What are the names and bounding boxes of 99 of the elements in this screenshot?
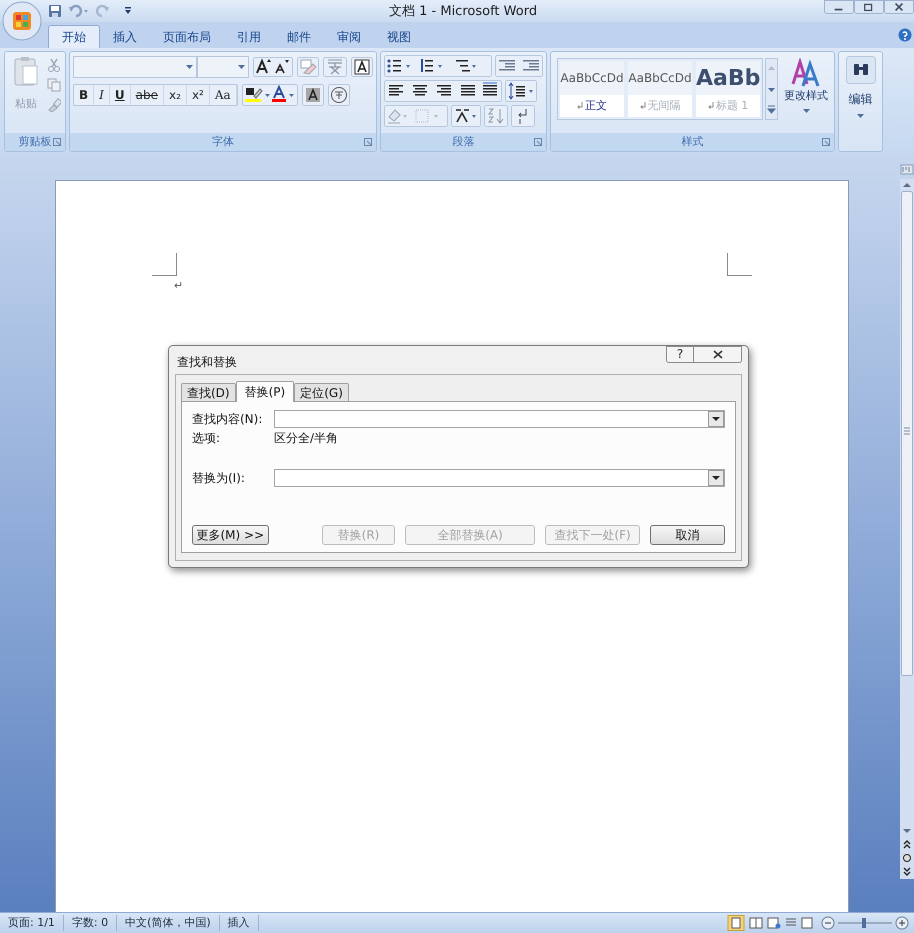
scissors-icon[interactable] xyxy=(47,58,61,72)
style-preview: AaBbCcDd xyxy=(560,70,624,87)
customize-toolbar-icon[interactable] xyxy=(124,6,132,16)
line-spacing-icon[interactable] xyxy=(505,80,537,102)
style-preview: AaBb xyxy=(696,64,760,92)
group-label: 段落 xyxy=(452,134,474,150)
format-button[interactable]: B xyxy=(74,85,94,105)
highlight-icon[interactable] xyxy=(242,84,298,106)
dialog-tab[interactable]: 查找(D) xyxy=(181,383,236,401)
gallery-scroll-icon[interactable] xyxy=(765,58,778,120)
previous-page-icon[interactable] xyxy=(902,839,912,849)
browse-object-icon[interactable] xyxy=(902,853,912,863)
dropdown-arrow-icon xyxy=(238,65,245,69)
options-label: 选项: xyxy=(192,430,222,447)
ribbon-tab[interactable]: 开始 xyxy=(48,25,100,48)
crop-mark-icon xyxy=(152,253,177,276)
close-icon xyxy=(712,350,722,359)
field-label: 替换为(I): xyxy=(192,470,246,487)
paragraph-mark-icon xyxy=(577,102,583,110)
alignment-icon[interactable] xyxy=(384,80,502,102)
enclosed-character-icon[interactable] xyxy=(328,84,350,106)
style-tile[interactable]: AaBbCcDd 正文 xyxy=(560,61,624,117)
style-name: 正文 xyxy=(585,98,607,114)
options-value: 区分全/半角 xyxy=(274,430,338,447)
dropdown-arrow-icon xyxy=(186,65,193,69)
dialog-button[interactable]: 取消 xyxy=(650,525,725,545)
window-title: 文档 1 - Microsoft Word xyxy=(389,3,538,21)
format-button[interactable]: x² xyxy=(186,85,210,105)
character-border-icon[interactable] xyxy=(351,57,373,77)
scroll-thumb-icon[interactable] xyxy=(901,191,913,676)
zoom-slider-icon[interactable] xyxy=(820,915,910,931)
status-item[interactable]: 字数: 0 xyxy=(64,914,118,932)
help-button[interactable]: ? xyxy=(666,346,694,363)
dialog-launcher-icon[interactable] xyxy=(53,138,61,146)
style-tile[interactable]: AaBb 标题 1 xyxy=(696,61,760,117)
crop-mark-icon xyxy=(727,253,752,276)
dialog-tab[interactable]: 替换(P) xyxy=(236,381,294,402)
paragraph-mark-icon xyxy=(640,102,646,110)
undo-icon[interactable] xyxy=(68,4,90,18)
dropdown-arrow-icon xyxy=(802,108,810,112)
group-label: 剪贴板 xyxy=(18,134,52,150)
format-button[interactable]: I xyxy=(94,85,110,105)
group-label: 样式 xyxy=(682,134,704,150)
dialog-launcher-icon[interactable] xyxy=(364,138,372,146)
status-item[interactable]: 页面: 1/1 xyxy=(0,914,64,932)
ribbon-tab[interactable]: 页面布局 xyxy=(150,25,224,48)
grow-font-icon[interactable] xyxy=(253,57,293,77)
dialog-launcher-icon[interactable] xyxy=(822,138,830,146)
copy-icon[interactable] xyxy=(47,78,61,92)
font-size-field[interactable] xyxy=(197,56,249,78)
style-name: 标题 1 xyxy=(716,98,748,114)
character-shading-icon[interactable] xyxy=(302,84,324,106)
next-page-icon[interactable] xyxy=(902,867,912,877)
asian-layout-icon[interactable] xyxy=(451,105,481,127)
format-button[interactable]: Aa xyxy=(210,85,237,105)
clear-formatting-icon[interactable] xyxy=(297,57,319,77)
paragraph-mark: ↵ xyxy=(174,280,184,292)
paragraph-mark-icon xyxy=(708,102,714,110)
style-name: 无间隔 xyxy=(648,98,680,114)
status-item[interactable]: 中文(简体，中国) xyxy=(117,914,220,932)
vertical-scrollbar[interactable] xyxy=(900,179,914,879)
clipboard-icon xyxy=(13,56,39,86)
close-button[interactable] xyxy=(694,346,742,363)
ribbon-tab[interactable]: 邮件 xyxy=(274,25,324,48)
format-button[interactable]: x₂ xyxy=(164,85,187,105)
change-styles-button[interactable]: 更改样式 xyxy=(784,58,828,133)
dialog-button[interactable]: 更多(M) >> xyxy=(192,525,269,545)
dropdown-arrow-icon xyxy=(857,114,864,118)
combo-field[interactable] xyxy=(274,469,725,487)
help-icon[interactable] xyxy=(898,28,912,42)
indent-icon[interactable] xyxy=(495,55,543,77)
style-tile[interactable]: AaBbCcDd 无间隔 xyxy=(628,61,692,117)
format-button[interactable]: U xyxy=(110,85,131,105)
maximize-icon[interactable] xyxy=(854,0,884,14)
show-marks-icon[interactable] xyxy=(511,105,535,127)
status-item[interactable]: 插入 xyxy=(220,914,259,932)
group-label: 字体 xyxy=(212,134,234,150)
field-label: 查找内容(N): xyxy=(192,411,264,428)
save-icon[interactable] xyxy=(48,4,62,18)
style-preview: AaBbCcDd xyxy=(628,70,692,87)
ruler-toggle-icon[interactable] xyxy=(900,162,914,176)
editing-button[interactable]: 编辑 xyxy=(838,51,883,152)
bullets-icon[interactable] xyxy=(384,55,492,77)
combo-field[interactable] xyxy=(274,410,725,428)
scroll-down-icon[interactable] xyxy=(902,827,912,835)
ribbon-tab[interactable]: 视图 xyxy=(374,25,424,48)
dialog-launcher-icon[interactable] xyxy=(534,138,542,146)
styles-icon xyxy=(791,58,821,88)
dialog-tab[interactable]: 定位(G) xyxy=(294,383,349,401)
ribbon-tab[interactable]: 引用 xyxy=(224,25,274,48)
format-button[interactable]: abe xyxy=(130,85,164,105)
ribbon-tab[interactable]: 插入 xyxy=(100,25,150,48)
close-icon[interactable] xyxy=(884,0,914,14)
dialog-title: 查找和替换 xyxy=(177,354,237,371)
font-name-field[interactable] xyxy=(73,56,197,78)
ribbon-tab[interactable]: 审阅 xyxy=(324,25,374,48)
scroll-up-icon[interactable] xyxy=(902,181,912,189)
brush-icon[interactable] xyxy=(47,98,61,112)
minimize-icon[interactable] xyxy=(824,0,854,14)
